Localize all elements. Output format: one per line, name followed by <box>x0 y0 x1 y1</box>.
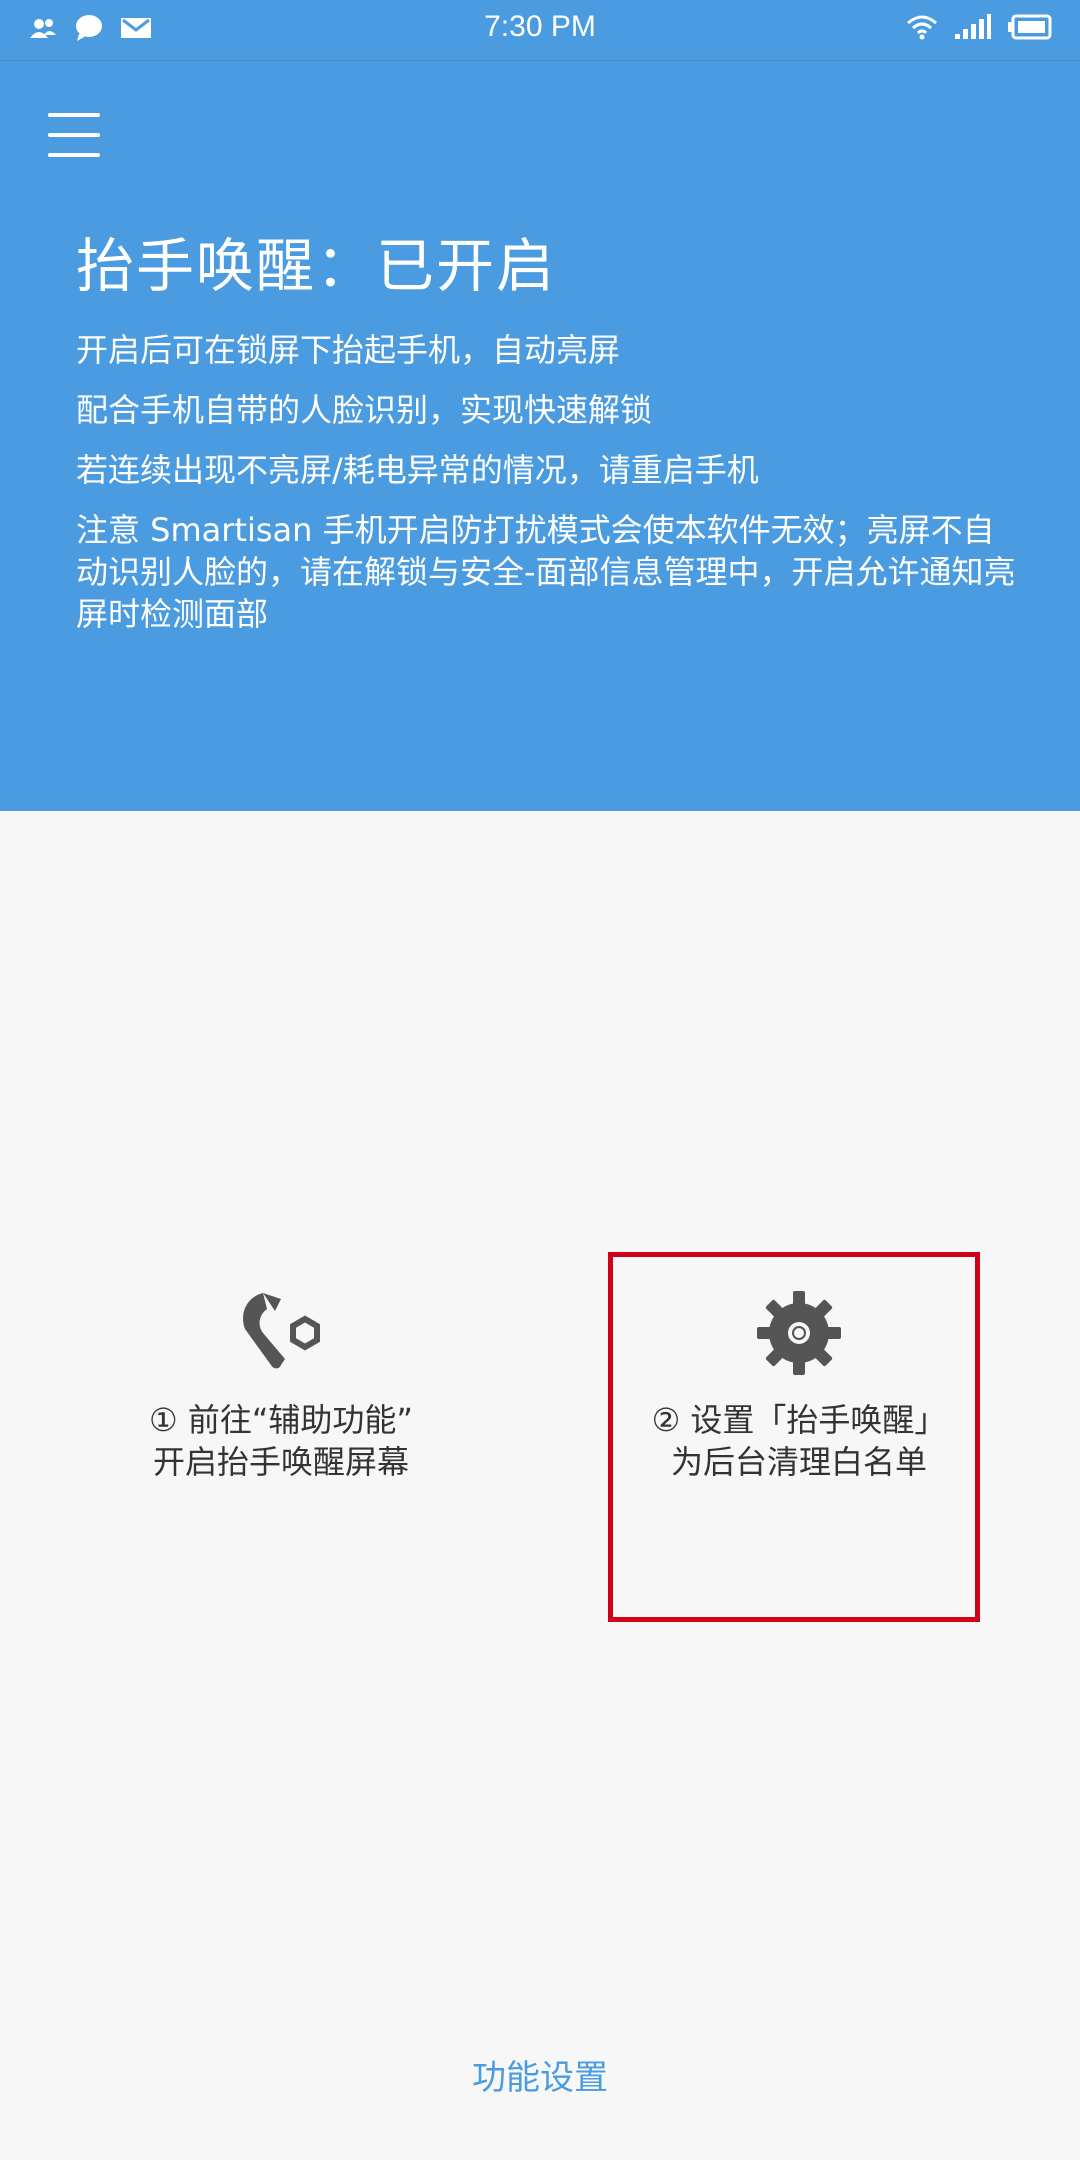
description-line-4: 注意 Smartisan 手机开启防打扰模式会使本软件无效；亮屏不自动识别人脸的… <box>76 511 1016 633</box>
accessibility-option[interactable]: ① 前往“辅助功能” 开启抬手唤醒屏幕 <box>96 1255 466 1483</box>
menu-bar-top <box>48 113 100 117</box>
description-line-2: 配合手机自带的人脸识别，实现快速解锁 <box>76 391 653 429</box>
highlight-box <box>608 1252 980 1622</box>
accessibility-option-line1: ① 前往“辅助功能” <box>148 1401 414 1439</box>
accessibility-option-line2: 开启抬手唤醒屏幕 <box>152 1443 409 1481</box>
feature-settings-link[interactable]: 功能设置 <box>0 2050 1080 2099</box>
menu-button[interactable] <box>44 109 104 163</box>
menu-bar-bottom <box>48 153 100 157</box>
menu-bar-middle <box>48 133 100 137</box>
status-right-icons <box>906 14 1052 40</box>
header-panel: 抬手唤醒：已开启 开启后可在锁屏下抬起手机，自动亮屏 配合手机自带的人脸识别，实… <box>0 61 1080 811</box>
page-title: 抬手唤醒：已开启 <box>76 232 557 300</box>
wifi-icon <box>907 15 937 40</box>
signal-icon <box>955 14 991 39</box>
description: 开启后可在锁屏下抬起手机，自动亮屏 配合手机自带的人脸识别，实现快速解锁 若连续… <box>76 329 1016 653</box>
description-line-1: 开启后可在锁屏下抬起手机，自动亮屏 <box>76 331 621 369</box>
status-bar: 7:30 PM <box>0 0 1080 61</box>
description-line-3: 若连续出现不亮屏/耗电异常的情况，请重启手机 <box>76 451 759 489</box>
battery-icon <box>1008 14 1052 40</box>
wrench-hexnut-icon <box>243 1293 320 1369</box>
